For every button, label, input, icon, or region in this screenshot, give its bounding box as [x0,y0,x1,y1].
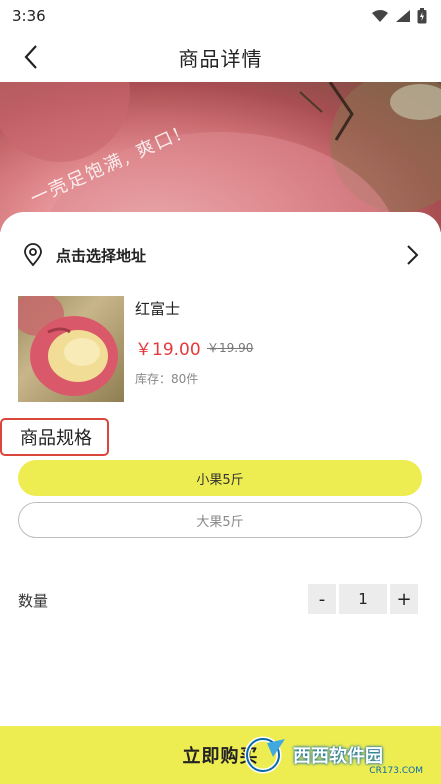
site-watermark: 西西软件园 CR173.COM [243,732,439,778]
product-thumbnail [18,296,124,402]
decrease-button[interactable]: - [308,584,336,614]
watermark-url: CR173.COM [369,766,423,776]
product-hero-image: 一壳足饱满, 爽口! [0,82,441,232]
battery-icon [417,8,427,24]
product-sheet: 点击选择地址 红富士 ￥19.00 ￥19.90 库存：80件 商品规格 小果5… [0,212,441,784]
quantity-stepper: - 1 + [308,584,418,614]
product-price: ￥19.00 [135,340,201,360]
status-time: 3:36 [12,7,46,25]
chevron-left-icon [24,45,37,69]
watermark-brand: 西西软件园 [293,746,383,767]
apple-photo [0,82,441,232]
address-selector[interactable]: 点击选择地址 [0,232,441,278]
wifi-icon [372,10,388,22]
quantity-value[interactable]: 1 [339,584,387,614]
chevron-right-icon [407,245,419,265]
product-name: 红富士 [135,300,181,318]
stock-count: 库存：80件 [135,372,199,386]
quantity-label: 数量 [18,592,49,610]
spec-option-small[interactable]: 小果5斤 [18,460,422,496]
spec-option-large[interactable]: 大果5斤 [18,502,422,538]
signal-icon [396,10,410,22]
page-title: 商品详情 [178,46,263,71]
back-button[interactable] [14,40,48,74]
nav-bar: 商品详情 [0,32,441,82]
product-summary: 红富士 ￥19.00 ￥19.90 库存：80件 [18,296,422,404]
address-label: 点击选择地址 [56,246,147,265]
status-icons [371,8,427,24]
original-price: ￥19.90 [207,341,254,355]
location-pin-icon [24,243,42,267]
watermark-logo-icon [244,736,285,774]
increase-button[interactable]: + [390,584,418,614]
spec-section-title: 商品规格 [0,418,109,456]
status-bar: 3:36 [0,0,441,32]
spec-option-label: 大果5斤 [196,514,244,530]
spec-option-label: 小果5斤 [196,472,244,488]
bitten-apple-image [18,296,118,396]
